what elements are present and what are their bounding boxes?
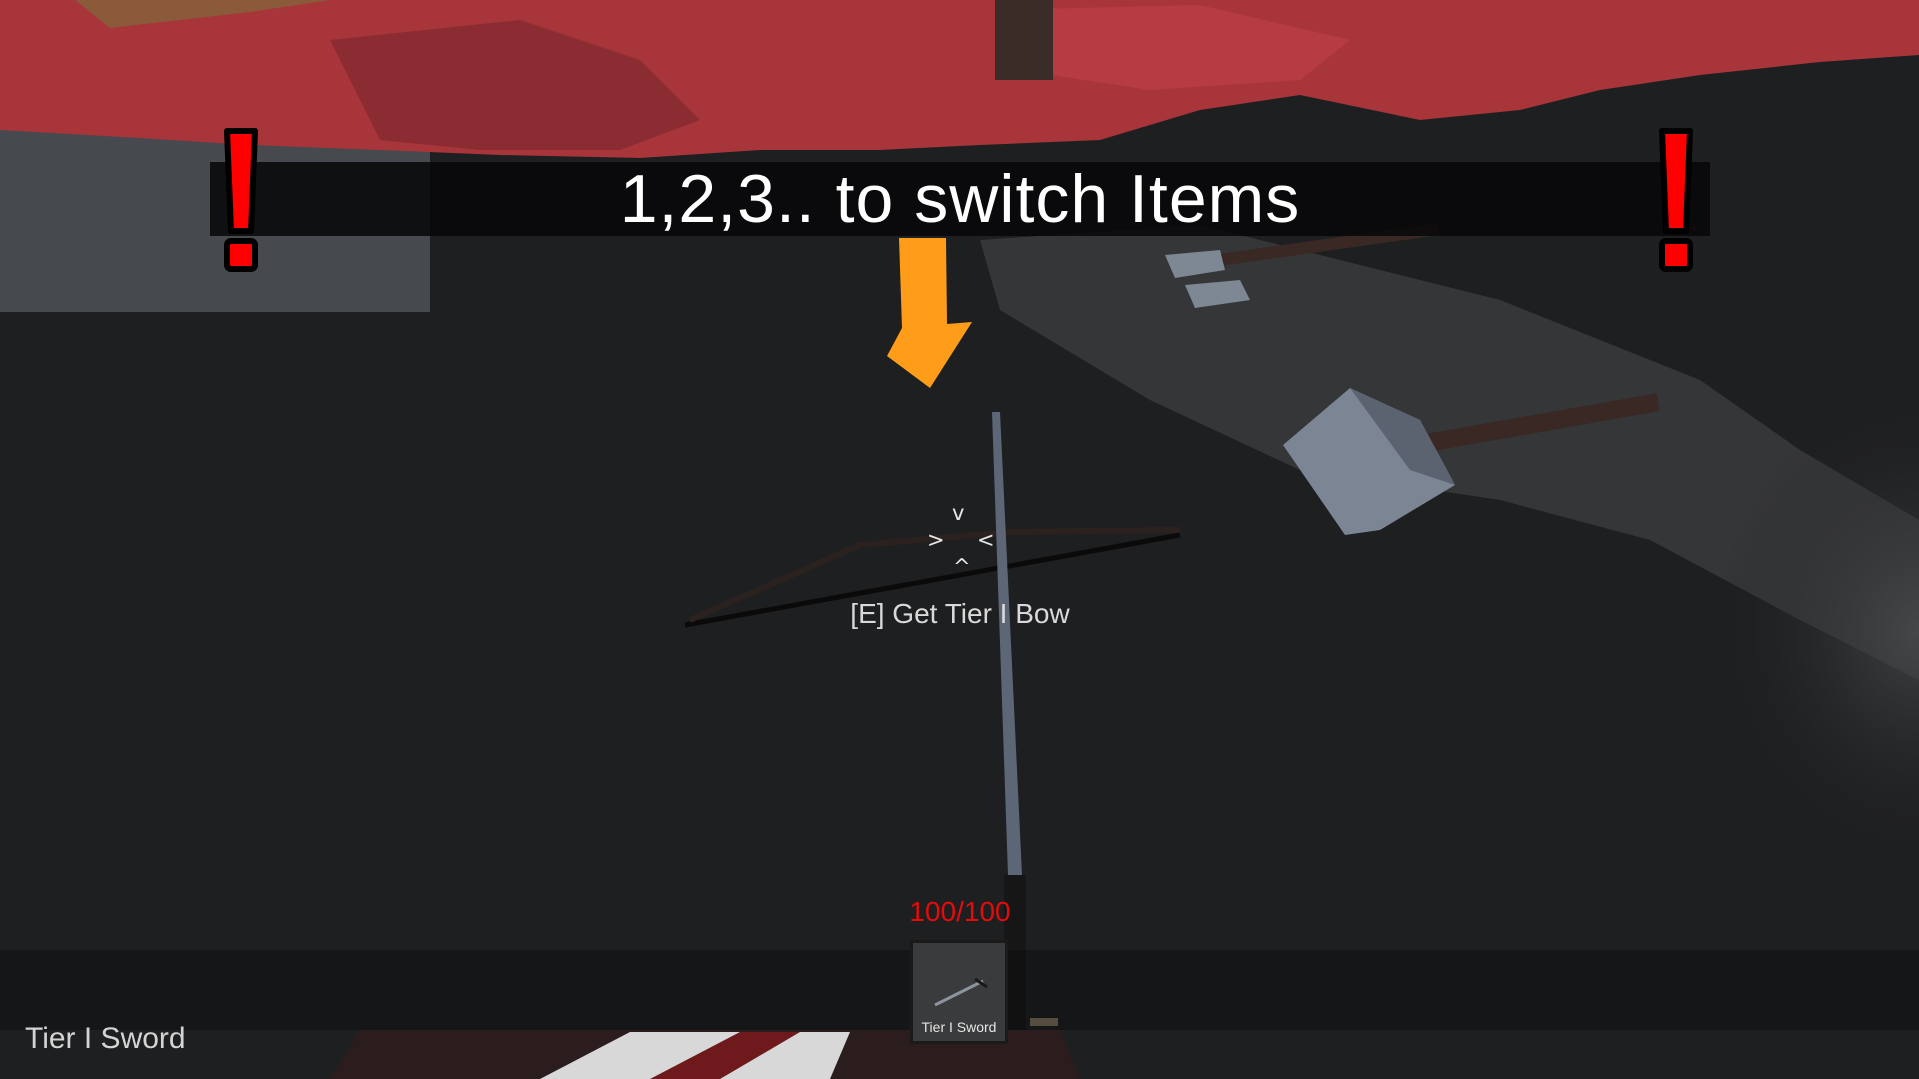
equipped-item-name: Tier I Sword xyxy=(25,1022,186,1055)
exclamation-icon xyxy=(224,128,258,272)
crosshair-bottom: ^ xyxy=(953,555,971,579)
crosshair-top: v xyxy=(952,501,965,525)
ambient-glow xyxy=(1400,300,1919,900)
tree-trunk xyxy=(995,0,1053,80)
crosshair-left: > xyxy=(927,528,945,552)
crosshair-right: < xyxy=(977,528,995,552)
health-counter: 100/100 xyxy=(909,896,1011,927)
sword-icon xyxy=(934,977,988,1007)
hotbar-slot-label: Tier I Sword xyxy=(921,1019,997,1035)
interaction-prompt: [E] Get Tier I Bow xyxy=(850,598,1070,629)
arrow-down-icon xyxy=(887,238,972,388)
tutorial-banner-text: 1,2,3.. to switch Items xyxy=(619,161,1301,237)
exclamation-icon xyxy=(1659,128,1693,272)
hotbar-slot-1[interactable]: Tier I Sword xyxy=(910,940,1008,1044)
